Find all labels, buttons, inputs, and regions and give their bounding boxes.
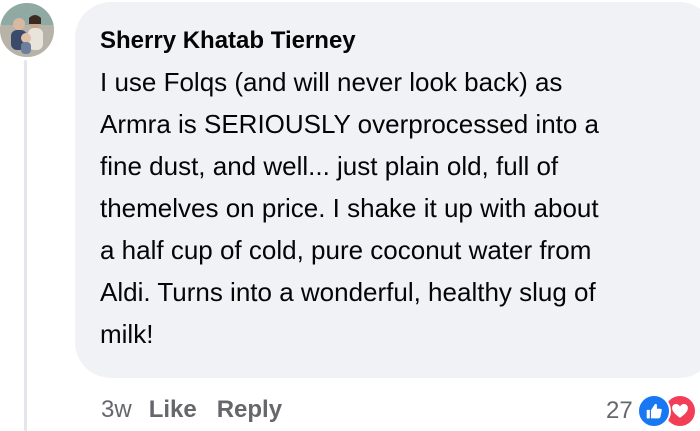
avatar[interactable]: [0, 3, 54, 57]
comment-line: Aldi. Turns into a wonderful, healthy sl…: [100, 277, 596, 307]
comment-line: Armra is SERIOUSLY overprocessed into a: [100, 109, 600, 139]
comment-text: I use Folqs (and will never look back) a…: [100, 61, 670, 355]
reaction-summary[interactable]: 27: [606, 394, 697, 428]
comment-line: milk!: [100, 319, 154, 349]
like-button[interactable]: Like: [149, 396, 197, 424]
timestamp[interactable]: 3w: [101, 396, 132, 424]
comment-actions: 3w Like Reply: [101, 396, 302, 424]
reaction-count: 27: [606, 397, 633, 424]
comment-line: themelves on price. I shake it up with a…: [100, 193, 599, 223]
thread-line: [24, 60, 27, 431]
reply-button[interactable]: Reply: [217, 396, 282, 424]
comment-line: I use Folqs (and will never look back) a…: [100, 67, 563, 97]
comment-line: a half cup of cold, pure coconut water f…: [100, 235, 592, 265]
comment-bubble: Sherry Khatab Tierney I use Folqs (and w…: [75, 2, 700, 378]
like-icon: [636, 394, 671, 428]
avatar-photo: [0, 3, 54, 57]
comment-line: fine dust, and well... just plain old, f…: [100, 151, 559, 181]
comment: Sherry Khatab Tierney I use Folqs (and w…: [0, 0, 700, 431]
author-name[interactable]: Sherry Khatab Tierney: [100, 26, 683, 56]
